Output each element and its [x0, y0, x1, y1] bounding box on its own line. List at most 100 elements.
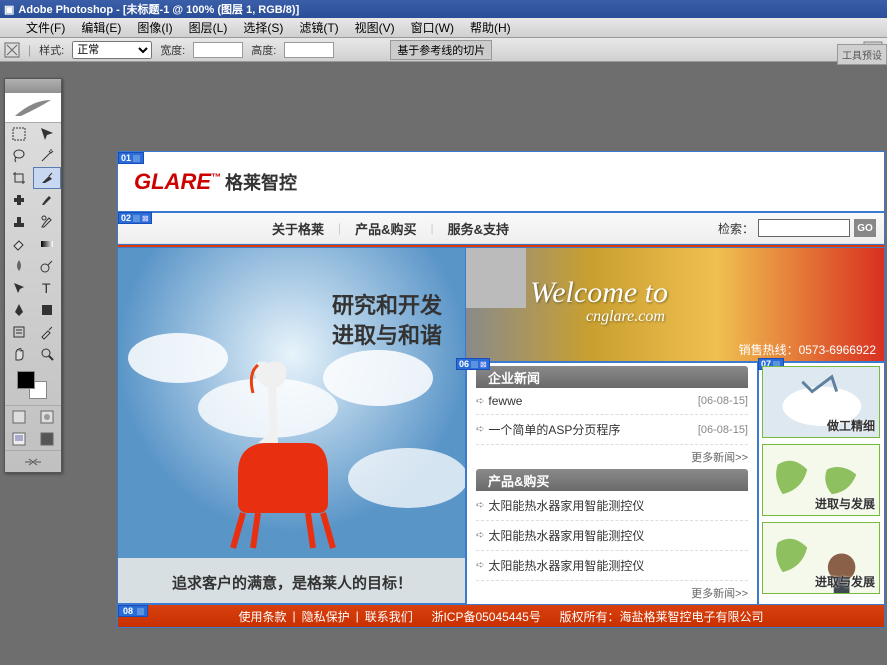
more-news-link[interactable]: 更多新闻>> — [476, 445, 748, 469]
document: 01 GLARE™ 格莱智控 02⊠ 关于格莱 | 产品&购买 | 服务&支持 … — [118, 152, 884, 627]
toolbox-drag-handle[interactable] — [5, 79, 61, 93]
search-input[interactable] — [758, 219, 850, 237]
nav-service[interactable]: 服务&支持 — [434, 219, 523, 238]
footer-contact[interactable]: 联系我们 — [363, 608, 415, 625]
pen-tool[interactable] — [5, 299, 33, 321]
type-tool[interactable]: T — [33, 277, 61, 299]
news-section-head: 企业新闻 — [476, 366, 748, 388]
quickmask-mode-icon[interactable] — [33, 406, 61, 428]
marquee-tool[interactable] — [5, 123, 33, 145]
height-input[interactable] — [284, 42, 334, 58]
nav-about[interactable]: 关于格莱 — [258, 219, 338, 238]
svg-text:T: T — [42, 280, 51, 296]
eyedropper-tool[interactable] — [33, 321, 61, 343]
slice-tool[interactable] — [33, 167, 61, 189]
product-item[interactable]: ➪ 太阳能热水器家用智能测控仪 — [476, 551, 748, 581]
move-tool[interactable] — [33, 123, 61, 145]
screen-mode-full-icon[interactable] — [33, 428, 61, 450]
shape-tool[interactable] — [33, 299, 61, 321]
arrow-icon: ➪ — [476, 424, 484, 435]
menu-select[interactable]: 选择(S) — [237, 17, 289, 38]
product-item[interactable]: ➪ 太阳能热水器家用智能测控仪 — [476, 521, 748, 551]
tool-presets-panel-tab[interactable]: 工具预设 — [837, 44, 887, 65]
menu-help[interactable]: 帮助(H) — [464, 17, 517, 38]
menu-layer[interactable]: 图层(L) — [183, 17, 234, 38]
blur-tool[interactable] — [5, 255, 33, 277]
hero-tagline-1: 研究和开发 — [332, 288, 442, 320]
healing-tool[interactable] — [5, 189, 33, 211]
standard-mode-icon[interactable] — [5, 406, 33, 428]
toolbox: T — [4, 78, 62, 473]
hero-tagline-3: 追求客户的满意，是格莱人的目标！ — [118, 572, 466, 593]
width-input[interactable] — [193, 42, 243, 58]
tool-preset-icon[interactable] — [4, 42, 20, 58]
menu-edit[interactable]: 编辑(E) — [75, 17, 127, 38]
slice-tag-02[interactable]: 02⊠ — [118, 212, 152, 224]
slice-tag-01[interactable]: 01 — [118, 152, 144, 164]
brush-tool[interactable] — [33, 189, 61, 211]
screen-mode-std-icon[interactable] — [5, 428, 33, 450]
dodge-tool[interactable] — [33, 255, 61, 277]
menu-filter[interactable]: 滤镜(T) — [293, 17, 344, 38]
menubar: 文件(F) 编辑(E) 图像(I) 图层(L) 选择(S) 滤镜(T) 视图(V… — [0, 18, 887, 38]
color-swatches[interactable] — [5, 365, 61, 405]
arrow-icon: ➪ — [476, 560, 484, 571]
footer-icp: 浙ICP备05045445号 — [429, 608, 542, 625]
width-label: 宽度: — [160, 42, 185, 58]
welcome-banner: 04 Welcome to cnglare.com 销售热线：0573-6966… — [466, 248, 884, 362]
page-footer: 08 使用条款 | 隐私保护 | 联系我们 浙ICP备05045445号 版权所… — [118, 605, 884, 627]
slice-chip[interactable]: 基于参考线的切片 — [390, 40, 492, 60]
sidebar-column: 07 做工精细 进取与发展 进取与发展 — [758, 362, 884, 605]
zoom-tool[interactable] — [33, 343, 61, 365]
options-bar: | 样式: 正常 宽度: 高度: 基于参考线的切片 — [0, 38, 887, 62]
logo-cn: 格莱智控 — [225, 169, 297, 195]
style-label: 样式: — [39, 42, 64, 58]
menu-view[interactable]: 视图(V) — [349, 17, 401, 38]
menu-window[interactable]: 窗口(W) — [405, 17, 460, 38]
notes-tool[interactable] — [5, 321, 33, 343]
go-button[interactable]: GO — [854, 219, 876, 237]
hotline: 销售热线：0573-6966922 — [739, 341, 876, 358]
crop-tool[interactable] — [5, 167, 33, 189]
footer-copyright: 版权所有：海盐格莱智控电子有限公司 — [558, 608, 766, 625]
stamp-tool[interactable] — [5, 211, 33, 233]
nav-products[interactable]: 产品&购买 — [341, 219, 430, 238]
product-item[interactable]: ➪ 太阳能热水器家用智能测控仪 — [476, 491, 748, 521]
footer-privacy[interactable]: 隐私保护 — [300, 608, 352, 625]
side-card-caption: 做工精细 — [827, 417, 875, 434]
app-icon: ▣ — [4, 3, 14, 16]
path-select-tool[interactable] — [5, 277, 33, 299]
canvas-area[interactable]: 01 GLARE™ 格莱智控 02⊠ 关于格莱 | 产品&购买 | 服务&支持 … — [72, 78, 887, 665]
hero-tagline-2: 进取与和谐 — [332, 318, 442, 350]
logo: GLARE™ — [134, 169, 221, 195]
height-label: 高度: — [251, 42, 276, 58]
gradient-tool[interactable] — [33, 233, 61, 255]
search-label: 检索： — [718, 220, 754, 237]
slice-tag-06[interactable]: 06⊠ — [456, 358, 490, 370]
page-header: GLARE™ 格莱智控 — [118, 152, 884, 212]
eraser-tool[interactable] — [5, 233, 33, 255]
hand-tool[interactable] — [5, 343, 33, 365]
app-title: Adobe Photoshop - [未标题-1 @ 100% (图层 1, R… — [18, 1, 299, 17]
side-card-1[interactable]: 做工精细 — [762, 366, 880, 438]
history-brush-tool[interactable] — [33, 211, 61, 233]
side-card-2[interactable]: 进取与发展 — [762, 444, 880, 516]
side-card-3[interactable]: 进取与发展 — [762, 522, 880, 594]
wand-tool[interactable] — [33, 145, 61, 167]
welcome-subtitle: cnglare.com — [586, 308, 665, 326]
style-select[interactable]: 正常 — [72, 41, 152, 59]
side-card-caption: 进取与发展 — [815, 573, 875, 590]
more-products-link[interactable]: 更多新闻>> — [476, 581, 748, 605]
menu-image[interactable]: 图像(I) — [131, 17, 178, 38]
foreground-color-swatch[interactable] — [17, 371, 35, 389]
news-item[interactable]: ➪ fewwe [06-08-15] — [476, 388, 748, 415]
side-card-caption: 进取与发展 — [815, 495, 875, 512]
footer-terms[interactable]: 使用条款 — [236, 608, 288, 625]
news-item[interactable]: ➪ 一个简单的ASP分页程序 [06-08-15] — [476, 415, 748, 445]
products-section-head: 产品&购买 — [476, 469, 748, 491]
lasso-tool[interactable] — [5, 145, 33, 167]
slice-tag-08[interactable]: 08 — [118, 605, 148, 617]
menu-file[interactable]: 文件(F) — [20, 17, 71, 38]
jump-to-imageready-icon[interactable] — [5, 450, 61, 472]
hero-banner: 03 05 — [118, 248, 466, 603]
